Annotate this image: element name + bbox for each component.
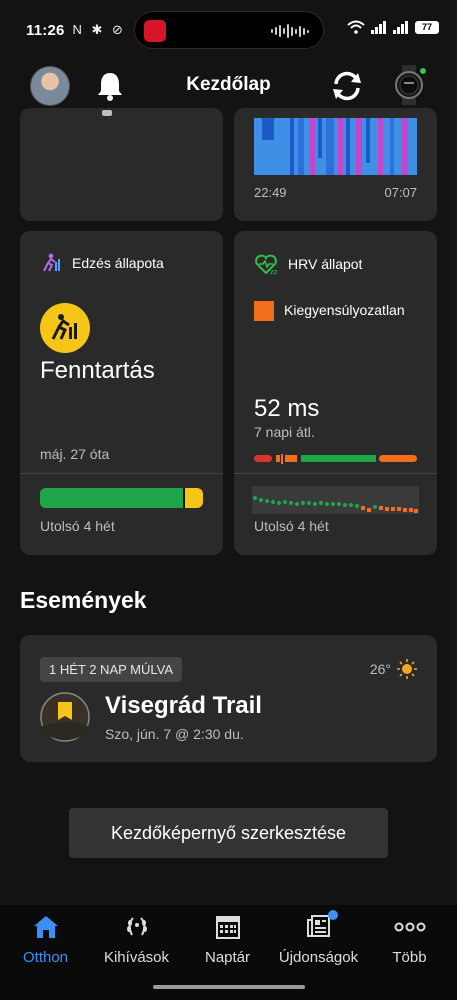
training-status-icon xyxy=(43,253,60,272)
nav-challenges[interactable]: Kihívások xyxy=(91,915,182,966)
hrv-heart-icon: zz xyxy=(255,254,278,275)
training-status-card[interactable]: Edzés állapota Fenntartás máj. 27 óta Ut… xyxy=(20,231,223,555)
divider xyxy=(20,473,223,474)
hrv-status-text: Kiegyensúlyozatlan xyxy=(284,302,405,318)
news-notification-dot xyxy=(327,910,338,920)
hrv-title-row: zz HRV állapot xyxy=(254,253,362,275)
sleep-card[interactable]: 22:49 07:07 xyxy=(234,108,437,221)
training-status-title: Edzés állapota xyxy=(72,255,164,271)
nav-challenges-label: Kihívások xyxy=(103,949,170,966)
training-status-value: Fenntartás xyxy=(40,357,155,384)
divider xyxy=(234,473,437,474)
home-indicator xyxy=(153,985,305,989)
hrv-value: 52 ms xyxy=(254,395,320,422)
nav-calendar[interactable]: Naptár xyxy=(182,915,273,966)
calendar-icon xyxy=(215,916,240,939)
sleep-end-time: 07:07 xyxy=(384,185,417,200)
nav-news-label: Újdonságok xyxy=(278,949,359,966)
svg-text:zz: zz xyxy=(270,268,278,275)
page-title: Kezdőlap xyxy=(186,74,271,95)
events-heading: Események xyxy=(20,587,147,613)
hrv-title: HRV állapot xyxy=(288,256,363,272)
status-left-icons: N ✱ ⊘ xyxy=(72,22,126,37)
event-countdown-badge: 1 HÉT 2 NAP MÚLVA xyxy=(40,657,183,682)
more-icon xyxy=(394,922,425,932)
news-icon xyxy=(306,915,330,937)
nav-home[interactable]: Otthon xyxy=(0,915,91,966)
status-time: 11:26 xyxy=(26,21,65,39)
cut-off-text-fragment xyxy=(102,110,112,116)
sync-icon[interactable] xyxy=(330,70,364,102)
nav-calendar-label: Naptár xyxy=(204,949,251,966)
training-footer: Utolsó 4 hét xyxy=(40,518,115,534)
nav-home-label: Otthon xyxy=(22,949,69,966)
home-icon xyxy=(33,916,58,938)
audio-wave-icon xyxy=(271,24,309,38)
laurel-icon xyxy=(126,917,147,936)
edit-home-button[interactable]: Kezdőképernyő szerkesztése xyxy=(69,808,388,858)
hrv-status-card[interactable]: zz HRV állapot Kiegyensúlyozatlan 52 ms … xyxy=(234,231,437,555)
connection-status-dot xyxy=(418,66,428,76)
dynamic-island xyxy=(134,11,324,49)
training-progress-marker xyxy=(183,488,185,508)
hrv-sub: 7 napi átl. xyxy=(254,424,315,440)
status-right-icons: 77 xyxy=(347,20,439,34)
hrv-footer: Utolsó 4 hét xyxy=(254,518,329,534)
signal-icon-2 xyxy=(393,20,408,34)
nav-more-label: Több xyxy=(392,949,427,966)
sun-icon xyxy=(397,659,417,679)
training-title-row: Edzés állapota xyxy=(40,253,164,273)
wifi-icon xyxy=(347,20,365,34)
event-title: Visegrád Trail xyxy=(105,692,262,719)
battery-icon: 77 xyxy=(415,20,439,34)
training-progress-bar xyxy=(40,488,203,508)
event-race-icon xyxy=(40,692,90,742)
event-time: Szo, jún. 7 @ 2:30 du. xyxy=(105,726,244,742)
hrv-status-swatch xyxy=(254,301,274,321)
hrv-range-bar xyxy=(254,454,417,464)
hrv-trend-chart xyxy=(252,486,419,514)
sleep-chart xyxy=(254,118,417,175)
training-progress-green xyxy=(40,488,183,508)
event-weather-temp: 26° xyxy=(369,661,391,677)
app-header: Kezdőlap xyxy=(0,60,457,112)
maintaining-icon xyxy=(40,303,90,353)
training-since: máj. 27 óta xyxy=(40,446,110,462)
recording-app-icon xyxy=(144,20,166,42)
top-left-card[interactable] xyxy=(20,108,223,221)
nav-news[interactable]: Újdonságok xyxy=(273,910,364,966)
signal-icon-1 xyxy=(371,20,386,34)
sleep-start-time: 22:49 xyxy=(254,185,287,200)
nav-more[interactable]: Több xyxy=(364,915,455,966)
event-weather: 26° xyxy=(370,659,417,679)
event-card[interactable]: 1 HÉT 2 NAP MÚLVA 26° Visegrád Trail Szo… xyxy=(20,635,437,762)
